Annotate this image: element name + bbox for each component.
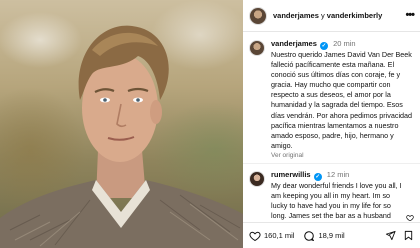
comment-action[interactable]: 18,9 mil xyxy=(303,230,345,242)
post-photo[interactable] xyxy=(0,0,243,248)
caption-time: 20 min xyxy=(333,39,356,48)
comments-list[interactable]: vanderjames ✓ 20 min Nuestro querido Jam… xyxy=(243,33,420,221)
heart-icon[interactable] xyxy=(249,230,261,242)
like-count: 160,1 mil xyxy=(264,231,295,240)
author-username-1[interactable]: vanderjames xyxy=(273,11,319,20)
comment-like-heart-icon[interactable] xyxy=(406,214,414,221)
bookmark-icon[interactable] xyxy=(403,230,414,241)
verified-badge-icon: ✓ xyxy=(319,42,328,50)
comment-count: 18,9 mil xyxy=(318,231,345,240)
author-separator: y xyxy=(318,11,327,20)
post-panel: vanderjames y vanderkimberly ••• vanderj… xyxy=(243,0,420,248)
caption-meta: vanderjames ✓ 20 min xyxy=(271,39,414,50)
like-action[interactable]: 160,1 mil xyxy=(249,230,294,242)
comment-username[interactable]: rumerwillis xyxy=(271,170,311,179)
author-username-2[interactable]: vanderkimberly xyxy=(327,11,382,20)
commenter-avatar[interactable] xyxy=(249,170,265,187)
more-options-icon[interactable]: ••• xyxy=(405,10,415,21)
comment-meta: rumerwillis ✓ 12 min xyxy=(271,170,402,181)
post-authors[interactable]: vanderjames y vanderkimberly xyxy=(273,11,382,20)
caption-text: Nuestro querido James David Van Der Beek… xyxy=(271,50,413,150)
see-original-link[interactable]: Ver original xyxy=(271,152,414,159)
post-header: vanderjames y vanderkimberly ••• xyxy=(243,0,420,32)
comment-item: rumerwillis ✓ 12 min My dear wonderful f… xyxy=(243,162,420,221)
share-icon[interactable] xyxy=(385,230,396,241)
author-avatar[interactable] xyxy=(249,6,267,25)
verified-badge-icon: ✓ xyxy=(313,172,322,181)
caption-body: vanderjames ✓ 20 min Nuestro querido Jam… xyxy=(271,39,414,159)
comment-time: 12 min xyxy=(326,169,350,179)
comment-body: rumerwillis ✓ 12 min My dear wonderful f… xyxy=(271,170,414,221)
caption-item: vanderjames ✓ 20 min Nuestro querido Jam… xyxy=(243,33,420,159)
action-bar-right xyxy=(385,230,414,241)
comment-text: My dear wonderful friends I love you all… xyxy=(271,180,402,221)
action-bar: 160,1 mil 18,9 mil xyxy=(243,222,420,248)
caption-username[interactable]: vanderjames xyxy=(271,39,317,48)
caption-avatar[interactable] xyxy=(249,40,265,56)
comment-bubble-icon[interactable] xyxy=(303,230,315,242)
portrait-illustration xyxy=(0,25,243,248)
